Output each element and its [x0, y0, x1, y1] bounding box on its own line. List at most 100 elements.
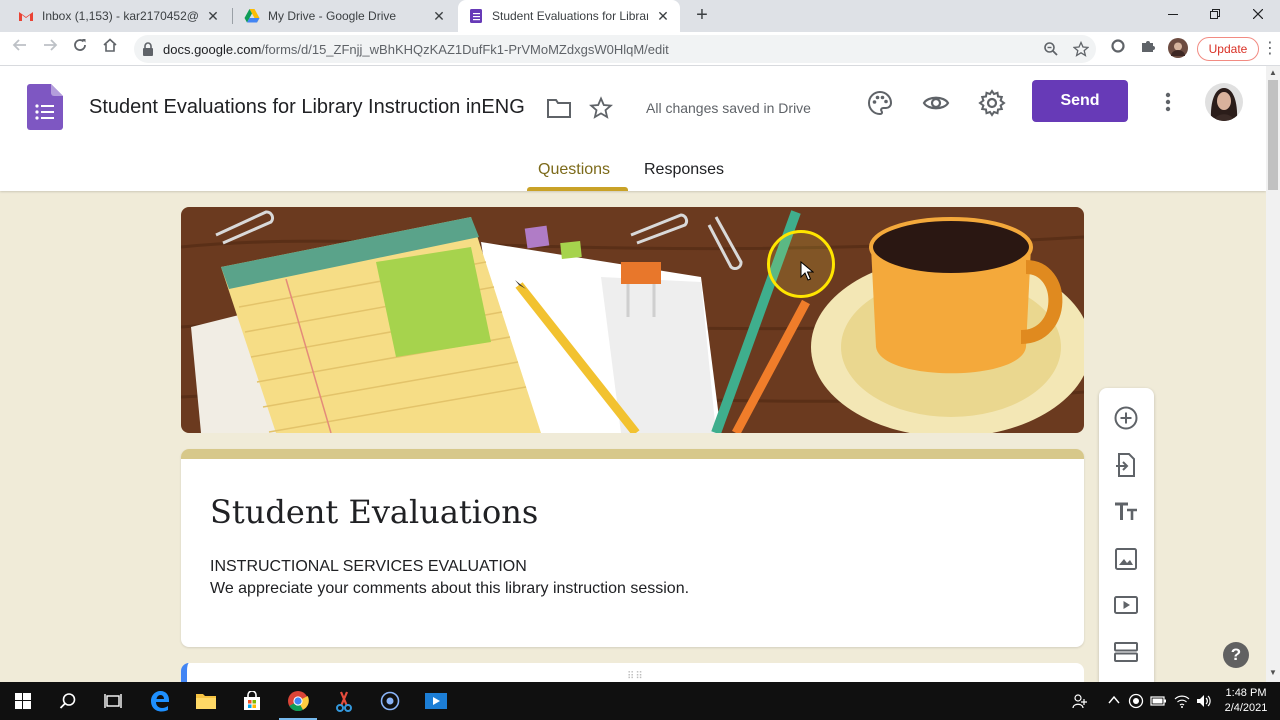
address-bar[interactable]: docs.google.com/forms/d/15_ZFnjj_wBhKHQz… [134, 35, 1096, 63]
scissors-icon [336, 691, 352, 712]
reload-button[interactable] [68, 37, 92, 61]
edge-icon [151, 691, 169, 712]
extensions-menu-button[interactable] [1137, 38, 1159, 60]
forward-arrow-icon [44, 39, 58, 51]
tab-drive[interactable]: My Drive - Google Drive ✕ [234, 0, 456, 32]
home-icon [103, 38, 117, 52]
tray-expand-icon[interactable] [1106, 693, 1122, 709]
forms-logo-icon[interactable] [27, 84, 63, 130]
tab-questions[interactable]: Questions [538, 161, 610, 179]
clock-time: 1:48 PM [1225, 687, 1267, 699]
theme-color-stripe [181, 449, 1084, 459]
extension-button[interactable] [1107, 38, 1129, 60]
people-icon[interactable] [1072, 693, 1088, 709]
scrollbar-thumb[interactable] [1268, 80, 1278, 190]
drive-icon [244, 9, 260, 23]
new-tab-button[interactable]: + [690, 4, 714, 28]
minimize-icon [1168, 14, 1178, 15]
tab-divider [232, 8, 233, 24]
palette-icon[interactable] [866, 89, 894, 117]
active-tab-indicator [527, 187, 628, 191]
puzzle-icon [1142, 41, 1155, 52]
close-icon[interactable]: ✕ [432, 8, 446, 25]
form-title[interactable]: Student Evaluations [210, 493, 538, 531]
update-button[interactable]: Update [1197, 37, 1259, 61]
document-title[interactable]: Student Evaluations for Library Instruct… [89, 96, 539, 119]
more-options-icon[interactable] [1156, 88, 1180, 116]
tab-gmail[interactable]: Inbox (1,153) - kar2170452@gcc ✕ [8, 0, 230, 32]
snipping-tool-button[interactable] [321, 682, 367, 720]
close-icon [1252, 8, 1264, 20]
page-scrollbar[interactable]: ▲ ▼ [1266, 66, 1280, 682]
volume-icon[interactable] [1196, 693, 1212, 709]
video-play-icon [425, 693, 447, 709]
user-avatar[interactable] [1205, 83, 1243, 121]
forms-header: Student Evaluations for Library Instruct… [0, 66, 1266, 191]
recorder-button[interactable] [367, 682, 413, 720]
back-button[interactable] [8, 37, 32, 61]
drag-handle-icon[interactable]: ⠿⠿ [627, 671, 644, 682]
star-icon[interactable] [589, 96, 613, 120]
help-icon[interactable]: ? [1223, 642, 1249, 668]
add-title-icon[interactable] [1113, 499, 1139, 525]
form-title-card[interactable]: Student Evaluations INSTRUCTIONAL SERVIC… [181, 449, 1084, 647]
forward-button[interactable] [38, 37, 62, 61]
scroll-up-icon[interactable]: ▲ [1268, 68, 1278, 78]
chrome-button[interactable] [275, 682, 321, 720]
description-line: INSTRUCTIONAL SERVICES EVALUATION [210, 558, 527, 575]
preview-eye-icon[interactable] [922, 89, 950, 117]
form-tabs: Questions Responses [0, 157, 1266, 191]
description-line: We appreciate your comments about this l… [210, 580, 690, 597]
form-description[interactable]: INSTRUCTIONAL SERVICES EVALUATION We app… [210, 556, 689, 600]
add-section-icon[interactable] [1113, 639, 1139, 665]
minimize-button[interactable] [1151, 0, 1195, 30]
back-arrow-icon [12, 39, 26, 51]
recording-indicator-icon[interactable] [1128, 693, 1144, 709]
edge-button[interactable] [137, 682, 183, 720]
tab-title: Inbox (1,153) - kar2170452@gcc [42, 9, 198, 23]
chrome-icon [288, 691, 309, 712]
video-app-button[interactable] [413, 682, 459, 720]
browser-menu-icon[interactable]: ⋮ [1262, 38, 1278, 60]
wifi-icon[interactable] [1174, 693, 1190, 709]
send-button[interactable]: Send [1032, 80, 1128, 122]
close-icon[interactable]: ✕ [206, 8, 220, 25]
add-question-icon[interactable] [1113, 405, 1139, 431]
forms-icon [470, 9, 482, 23]
close-icon[interactable]: ✕ [656, 8, 670, 25]
browser-tab-strip: Inbox (1,153) - kar2170452@gcc ✕ My Driv… [0, 0, 1280, 32]
tab-forms[interactable]: Student Evaluations for Library In ✕ [458, 0, 680, 32]
circle-extension-icon [1111, 39, 1125, 53]
gmail-icon [19, 12, 33, 21]
bookmark-star-icon[interactable] [1073, 41, 1089, 57]
windows-logo-icon [15, 693, 31, 709]
tab-responses[interactable]: Responses [644, 161, 724, 179]
task-view-icon [104, 694, 122, 708]
url-text: docs.google.com/forms/d/15_ZFnjj_wBhKHQz… [163, 42, 669, 57]
floating-toolbar [1099, 388, 1154, 682]
store-button[interactable] [229, 682, 275, 720]
tab-title: My Drive - Google Drive [268, 9, 397, 23]
close-window-button[interactable] [1236, 0, 1280, 30]
windows-taskbar: 1:48 PM 2/4/2021 [0, 682, 1280, 720]
url-path: /forms/d/15_ZFnjj_wBhKHQzKAZ1DufFk1-PrVM… [261, 42, 669, 57]
zoom-icon[interactable] [1043, 41, 1059, 57]
home-button[interactable] [98, 37, 122, 61]
task-view-button[interactable] [90, 682, 136, 720]
taskbar-clock[interactable]: 1:48 PM 2/4/2021 [1216, 686, 1276, 716]
restore-button[interactable] [1193, 0, 1237, 30]
lock-icon [143, 42, 153, 56]
import-questions-icon[interactable] [1113, 452, 1139, 478]
start-button[interactable] [0, 682, 46, 720]
restore-icon [1210, 9, 1220, 19]
battery-icon[interactable] [1150, 693, 1166, 709]
profile-button[interactable] [1167, 38, 1189, 60]
store-bag-icon [244, 691, 260, 710]
file-explorer-button[interactable] [183, 682, 229, 720]
scroll-down-icon[interactable]: ▼ [1268, 668, 1278, 678]
add-video-icon[interactable] [1113, 592, 1139, 618]
search-button[interactable] [45, 682, 91, 720]
add-image-icon[interactable] [1113, 546, 1139, 572]
folder-icon[interactable] [546, 97, 572, 119]
settings-gear-icon[interactable] [978, 89, 1006, 117]
